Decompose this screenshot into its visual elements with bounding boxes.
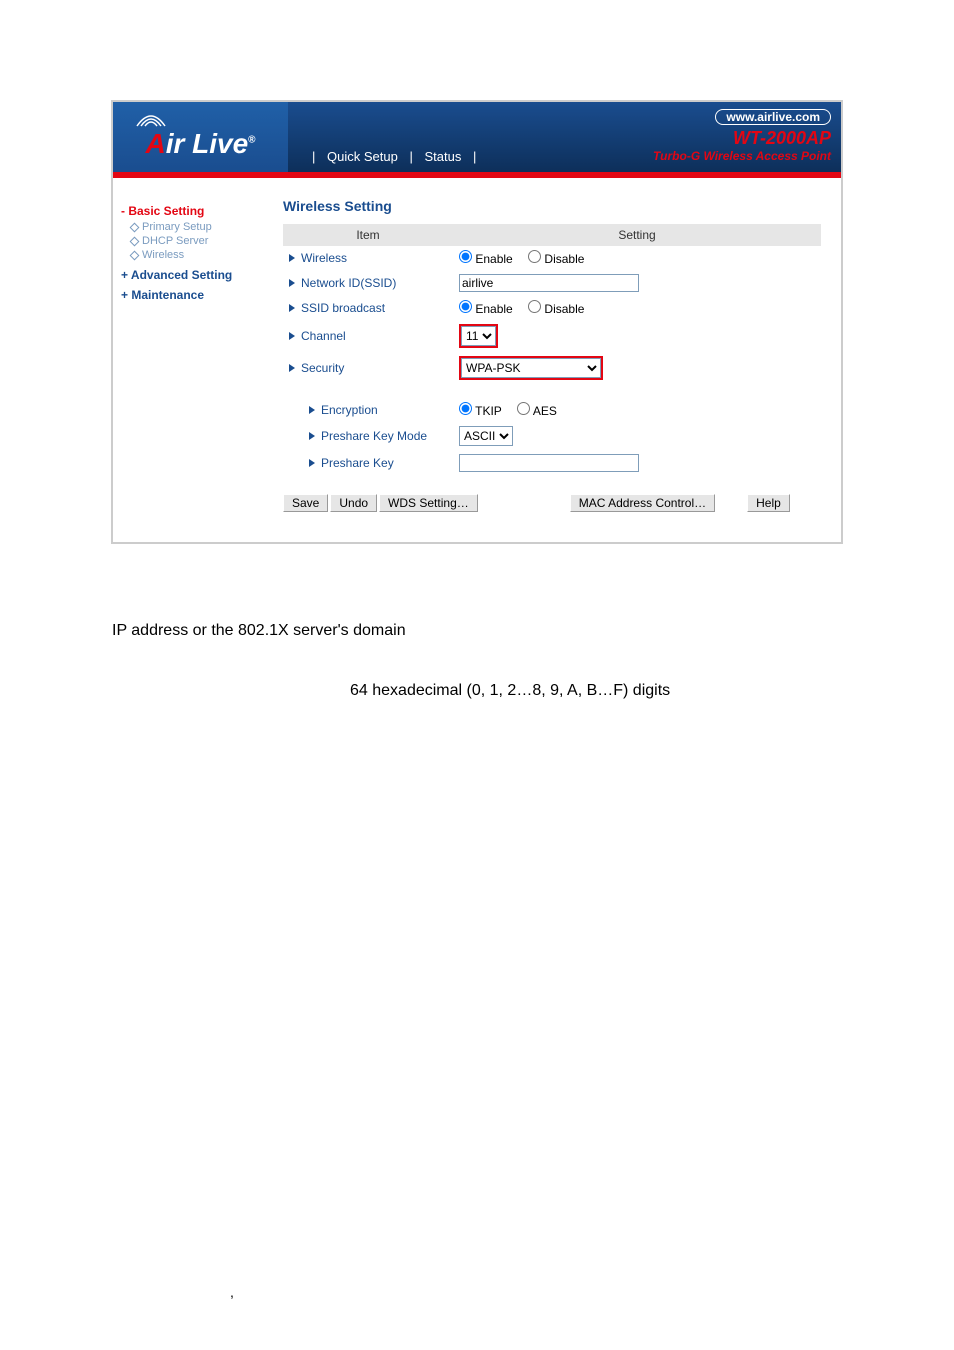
triangle-icon (309, 459, 315, 467)
diamond-icon (130, 236, 140, 246)
help-button[interactable]: Help (747, 494, 790, 512)
label-ssid-broadcast: SSID broadcast (301, 301, 385, 315)
table-header-row: Item Setting (283, 224, 821, 246)
highlight-box: WPA-PSK (459, 356, 603, 380)
triangle-icon (309, 432, 315, 440)
row-security: Security WPA-PSK (283, 352, 821, 384)
model-desc: Turbo-G Wireless Access Point (653, 149, 831, 163)
mac-control-button[interactable]: MAC Address Control… (570, 494, 715, 512)
model-name: WT-2000AP (653, 128, 831, 149)
row-psk-mode: Preshare Key Mode ASCII (283, 422, 821, 450)
label-security: Security (301, 361, 344, 375)
router-admin-panel: Air Live® | Quick Setup | Status | www.a… (111, 100, 843, 544)
sidebar-advanced-setting[interactable]: + Advanced Setting (121, 268, 265, 282)
triangle-icon (289, 332, 295, 340)
label-wireless: Wireless (301, 251, 347, 265)
wds-setting-button[interactable]: WDS Setting… (379, 494, 478, 512)
encryption-tkip[interactable]: TKIP (459, 404, 502, 418)
content-area: - Basic Setting Primary Setup DHCP Serve… (113, 178, 841, 542)
row-ssid: Network ID(SSID) (283, 270, 821, 296)
triangle-icon (289, 254, 295, 262)
security-select[interactable]: WPA-PSK (461, 358, 601, 378)
buttons-row: Save Undo WDS Setting… MAC Address Contr… (283, 494, 821, 512)
label-encryption: Encryption (321, 403, 378, 417)
diamond-icon (130, 250, 140, 260)
ssid-input[interactable] (459, 274, 639, 292)
diamond-icon (130, 222, 140, 232)
sidebar-maintenance[interactable]: + Maintenance (121, 288, 265, 302)
label-channel: Channel (301, 329, 346, 343)
ssid-bcast-enable[interactable]: Enable (459, 302, 513, 316)
nav-status[interactable]: Status (424, 149, 461, 164)
row-encryption: Encryption TKIP AES (283, 398, 821, 422)
triangle-icon (289, 364, 295, 372)
brand-url: www.airlive.com (715, 109, 831, 125)
stray-comma: , (230, 1284, 234, 1300)
row-psk: Preshare Key (283, 450, 821, 476)
label-ssid: Network ID(SSID) (301, 276, 396, 290)
header-right-labels: www.airlive.com WT-2000AP Turbo-G Wirele… (653, 108, 831, 163)
triangle-icon (289, 304, 295, 312)
row-wireless: Wireless Enable Disable (283, 246, 821, 270)
caption-line-1: IP address or the 802.1X server's domain (112, 622, 406, 640)
main-panel: Wireless Setting Item Setting Wireless E… (273, 178, 841, 542)
sidebar-item-dhcp-server[interactable]: DHCP Server (131, 234, 265, 248)
psk-mode-select[interactable]: ASCII (459, 426, 513, 446)
settings-table: Item Setting Wireless Enable Disable Net… (283, 224, 821, 476)
triangle-icon (289, 279, 295, 287)
top-nav: | Quick Setup | Status | www.airlive.com… (288, 102, 841, 172)
nav-divider: | (473, 149, 476, 164)
header-bar: Air Live® | Quick Setup | Status | www.a… (113, 102, 841, 172)
save-button[interactable]: Save (283, 494, 328, 512)
row-channel: Channel 11 (283, 320, 821, 352)
channel-select[interactable]: 11 (461, 326, 496, 346)
label-psk: Preshare Key (321, 456, 394, 470)
label-psk-mode: Preshare Key Mode (321, 429, 427, 443)
logo-area: Air Live® (113, 102, 288, 172)
wireless-enable[interactable]: Enable (459, 252, 513, 266)
psk-input[interactable] (459, 454, 639, 472)
col-setting: Setting (453, 224, 821, 246)
highlight-box: 11 (459, 324, 498, 348)
sidebar-item-primary-setup[interactable]: Primary Setup (131, 220, 265, 234)
nav-divider: | (409, 149, 412, 164)
sidebar-basic-setting[interactable]: - Basic Setting (121, 204, 265, 218)
wireless-disable[interactable]: Disable (528, 252, 584, 266)
undo-button[interactable]: Undo (330, 494, 377, 512)
triangle-icon (309, 406, 315, 414)
spacer (283, 384, 821, 398)
encryption-aes[interactable]: AES (517, 404, 557, 418)
section-title: Wireless Setting (283, 198, 821, 214)
nav-quick-setup[interactable]: Quick Setup (327, 149, 398, 164)
ssid-bcast-disable[interactable]: Disable (528, 302, 584, 316)
sidebar: - Basic Setting Primary Setup DHCP Serve… (113, 178, 273, 542)
wifi-waves-icon (135, 112, 167, 133)
row-ssid-broadcast: SSID broadcast Enable Disable (283, 296, 821, 320)
nav-divider: | (312, 149, 315, 164)
col-item: Item (283, 224, 453, 246)
caption-line-2: 64 hexadecimal (0, 1, 2…8, 9, A, B…F) di… (350, 682, 670, 700)
sidebar-item-wireless[interactable]: Wireless (131, 248, 265, 262)
